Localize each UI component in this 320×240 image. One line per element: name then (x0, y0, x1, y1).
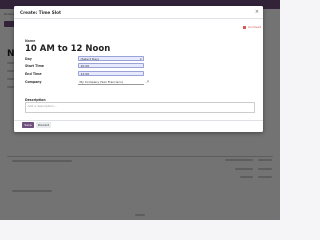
chevron-down-icon: ▾ (140, 57, 142, 61)
day-label: Day (25, 57, 32, 61)
day-select[interactable]: (Select Day) ▾ (78, 56, 144, 61)
archived-ribbon: Archived (240, 24, 262, 31)
end-time-label: End Time (25, 72, 42, 76)
end-time-input[interactable]: 12:00 (78, 71, 144, 76)
start-time-label: Start Time (25, 64, 44, 68)
day-select-value: (Select Day) (80, 57, 99, 61)
external-link-icon: ↗ (145, 79, 150, 84)
discard-button[interactable]: Discard (36, 122, 51, 128)
name-label: Name (25, 39, 36, 43)
company-label: Company (25, 80, 42, 84)
company-external-link-button[interactable]: ↗ (145, 79, 150, 84)
archived-label: Archived (248, 25, 262, 29)
save-button[interactable]: Save (22, 122, 34, 128)
dialog-title: Create: Time Slot (20, 9, 62, 15)
close-button[interactable]: × (254, 9, 260, 15)
create-time-slot-dialog: Create: Time Slot × Archived Name 10 AM … (14, 6, 263, 132)
description-field[interactable]: Add a description... (25, 102, 255, 113)
close-icon: × (254, 8, 260, 15)
dialog-footer (14, 120, 263, 133)
name-field[interactable]: 10 AM to 12 Noon (25, 44, 110, 54)
company-input[interactable]: My Company (San Francisco) (78, 80, 144, 85)
start-time-input[interactable]: 10:00 (78, 63, 144, 68)
archive-icon (243, 25, 246, 29)
description-placeholder: Add a description... (27, 104, 57, 108)
